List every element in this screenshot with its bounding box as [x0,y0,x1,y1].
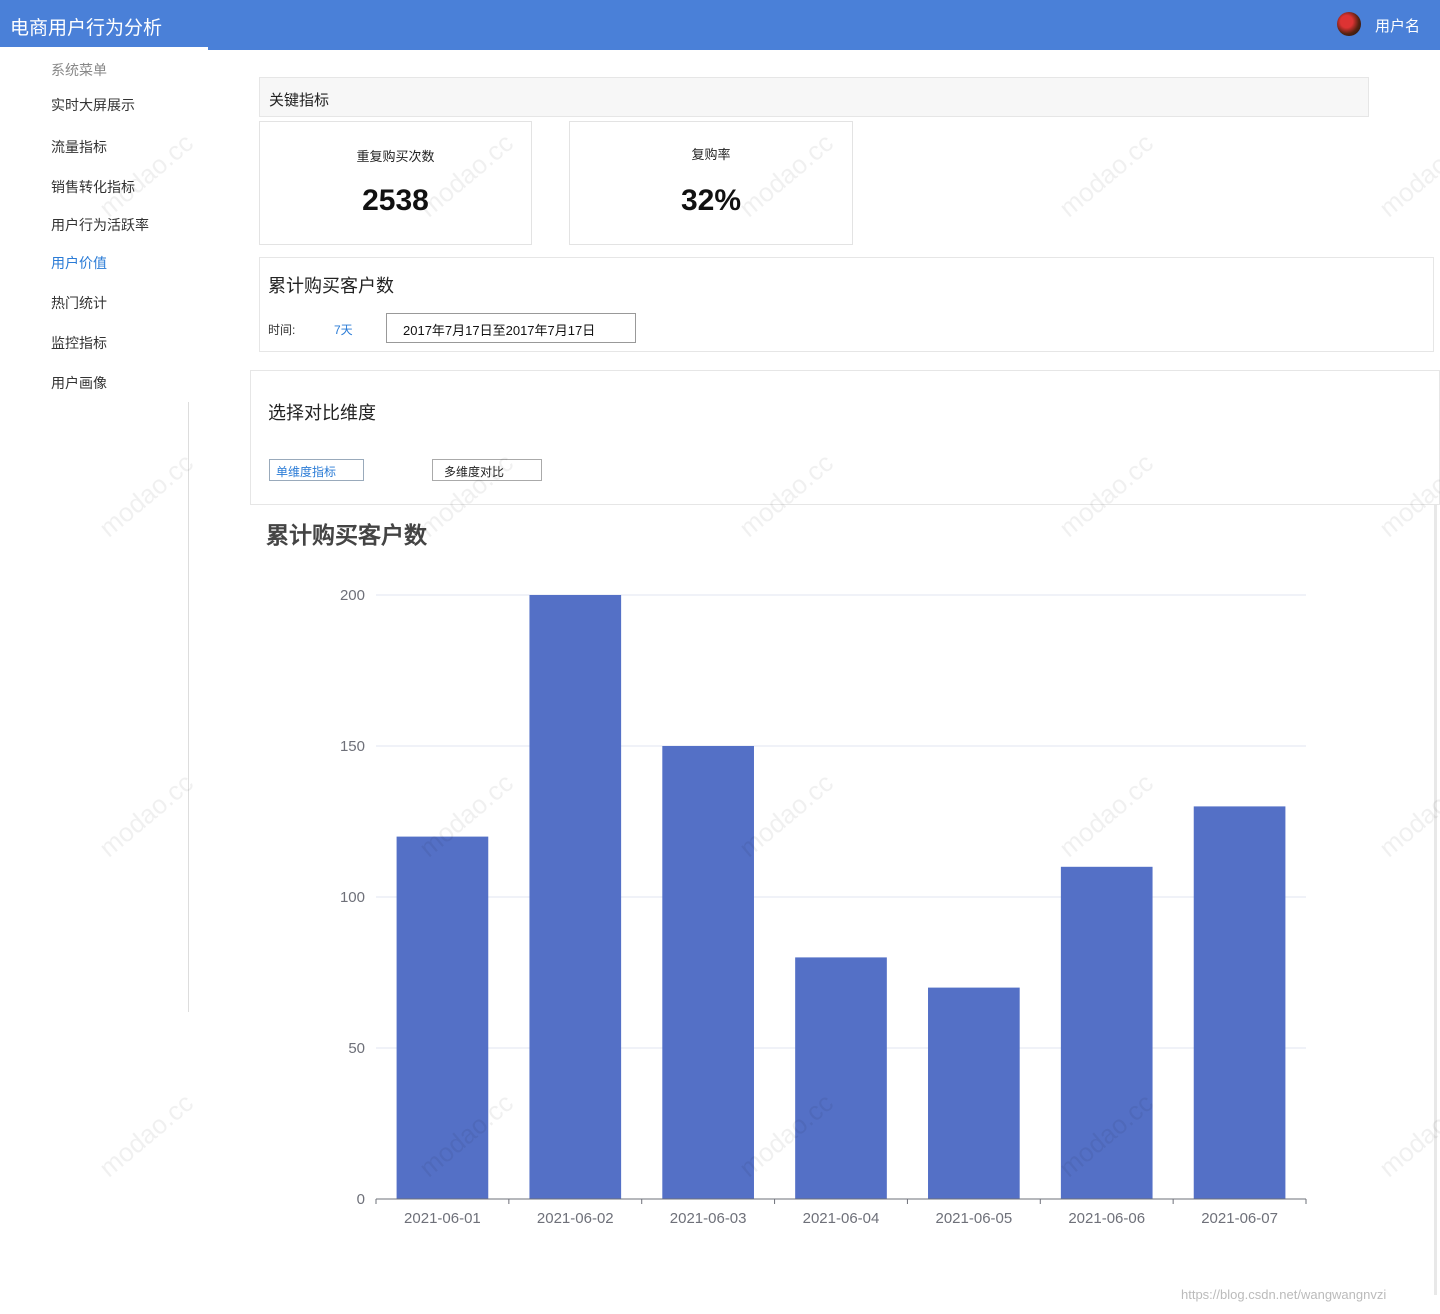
y-tick-label: 50 [348,1040,365,1057]
scrollbar-track[interactable] [1434,505,1437,1295]
y-tick-label: 150 [340,738,365,755]
bar [1193,806,1286,1199]
y-tick-label: 100 [340,889,365,906]
x-tick-label: 2021-06-02 [537,1210,614,1227]
bar [1060,866,1153,1199]
x-tick-label: 2021-06-01 [404,1210,481,1227]
x-tick-label: 2021-06-03 [670,1210,747,1227]
bar-chart: 0 50 100 150 200 2021-06-01 2021-06-02 2021-06-… [340,587,1307,1227]
bar [662,746,754,1199]
x-tick-label: 2021-06-07 [1201,1210,1278,1227]
y-tick-label: 200 [340,587,365,604]
bar [795,957,887,1199]
y-tick-label: 0 [357,1191,365,1208]
x-tick-label: 2021-06-05 [935,1210,1012,1227]
x-tick-label: 2021-06-06 [1068,1210,1145,1227]
bar [396,836,489,1199]
bar [928,987,1020,1199]
x-tick-label: 2021-06-04 [803,1210,880,1227]
footer-credit: https://blog.csdn.net/wangwangnvzi [1181,1287,1387,1302]
bar [529,595,622,1199]
